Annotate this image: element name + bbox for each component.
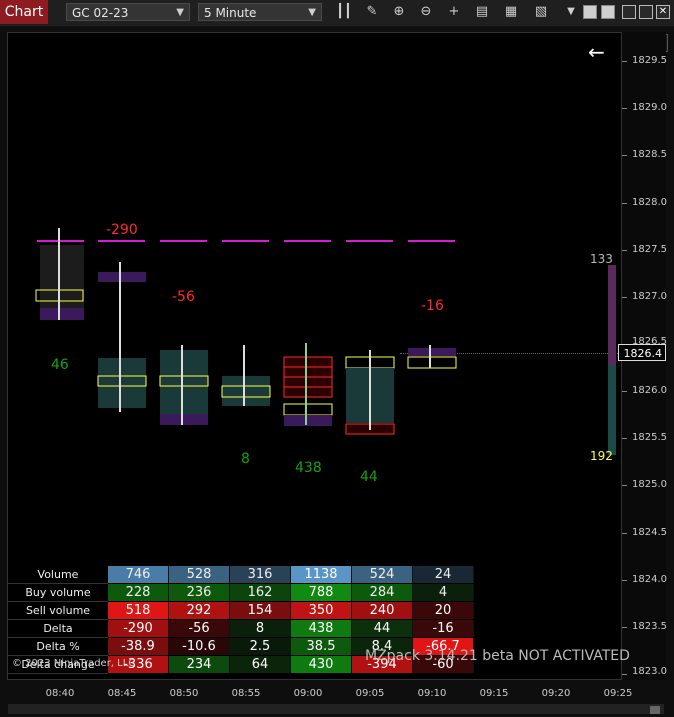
table-cell: 44 [352,620,413,637]
price-tick [622,391,627,392]
table-cell: 316 [230,566,291,583]
table-cell: 1138 [291,566,352,583]
table-cell: 518 [108,602,169,619]
row-label-sell-volume: Sell volume [8,602,108,620]
time-label: 08:55 [231,688,261,699]
time-label: 09:15 [479,688,509,699]
table-cell: -290 [108,620,169,637]
price-tick [622,533,627,534]
table-cell: 38.5 [291,638,352,655]
price-tick [622,155,627,156]
time-label: 09:25 [603,688,633,699]
price-tick [622,580,627,581]
table-cell: 788 [291,584,352,601]
table-cell: 746 [108,566,169,583]
price-label: 1824.0 [632,574,667,585]
table-cell: 8 [230,620,291,637]
price-label: 1827.5 [632,244,667,255]
table-cell: 240 [352,602,413,619]
time-label: 08:40 [45,688,75,699]
time-label: 09:20 [541,688,571,699]
price-label: 1824.5 [632,527,667,538]
price-label: 1823.5 [632,621,667,632]
price-tick [622,674,627,675]
bar-delta-footer: 438 [295,460,322,476]
table-cell: 234 [169,656,230,673]
table-cell: 236 [169,584,230,601]
profile-bottom-value: 192 [590,449,613,463]
table-cell: 2.5 [230,638,291,655]
copyright-text: © 2023 NinjaTrader, LLC [12,658,136,669]
table-cell: 20 [413,602,474,619]
time-label: 08:50 [169,688,199,699]
horizontal-scrollbar[interactable] [8,704,664,714]
table-cell: 524 [352,566,413,583]
bar-delta-header: -290 [106,222,138,238]
price-label: 1823.0 [632,666,667,677]
watermark-text: MZpack 3.14.21 beta NOT ACTIVATED [365,648,630,664]
table-cell: 64 [230,656,291,673]
back-arrow-icon[interactable]: ← [588,40,605,64]
price-label: 1827.0 [632,291,667,302]
table-cell: -56 [169,620,230,637]
price-label: 1829.0 [632,102,667,113]
scrollbar-thumb[interactable] [650,706,660,714]
table-cell: 228 [108,584,169,601]
row-label-delta: Delta [8,620,108,638]
time-label: 08:45 [107,688,137,699]
price-tick [622,297,627,298]
price-tick [622,203,627,204]
row-label-delta-pct: Delta % [8,638,108,656]
table-cell: 24 [413,566,474,583]
price-label: 1828.5 [632,149,667,160]
price-label: 1828.0 [632,197,667,208]
row-label-volume: Volume [8,566,108,584]
table-cell: -10.6 [169,638,230,655]
table-cell: 292 [169,602,230,619]
bar-delta-header: -16 [421,298,444,314]
table-cell: 4 [413,584,474,601]
bar-delta-footer: 44 [360,469,378,485]
bar-delta-footer: 8 [241,451,250,467]
price-tick [622,108,627,109]
time-label: 09:00 [293,688,323,699]
price-tick [622,438,627,439]
time-label: 09:10 [417,688,447,699]
bar-delta-footer: 46 [51,357,69,373]
price-tick [622,250,627,251]
profile-top-value: 133 [590,252,613,266]
table-cell: 162 [230,584,291,601]
price-tick [622,61,627,62]
price-tick [622,627,627,628]
table-cell: 528 [169,566,230,583]
row-label-buy-volume: Buy volume [8,584,108,602]
price-tick [622,485,627,486]
price-label: 1825.5 [632,432,667,443]
table-cell: 438 [291,620,352,637]
time-label: 09:05 [355,688,385,699]
current-price-badge: 1826.4 [618,344,666,361]
table-cell: 430 [291,656,352,673]
price-label: 1826.0 [632,385,667,396]
price-label: 1829.5 [632,55,667,66]
table-cell: -38.9 [108,638,169,655]
bar-delta-header: -56 [172,289,195,305]
table-cell: -16 [413,620,474,637]
table-cell: 350 [291,602,352,619]
table-cell: 284 [352,584,413,601]
price-label: 1825.0 [632,479,667,490]
table-cell: 154 [230,602,291,619]
